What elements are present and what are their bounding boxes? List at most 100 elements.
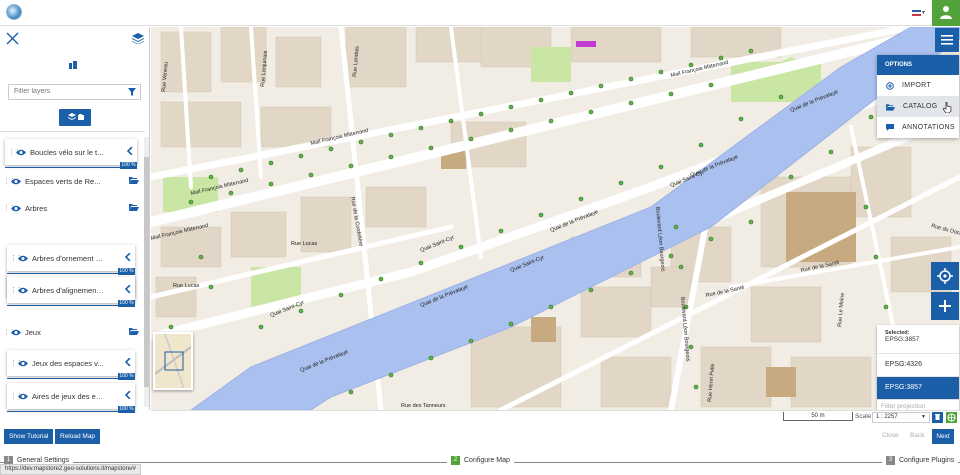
scale-select[interactable]: 1 : 2257 ▼ [872, 412, 930, 423]
crs-option[interactable]: EPSG:4326 [877, 353, 959, 376]
crs-option-selected[interactable]: EPSG:3857 [877, 376, 959, 399]
scale-label: Scale [855, 413, 872, 420]
layer-name: Aires de jeux des es... [32, 391, 104, 401]
layer-item[interactable]: ⋮⋮ Arbres d'alignement... 100 % [7, 277, 135, 307]
folder-open-icon[interactable] [129, 176, 139, 184]
filter-layers-input[interactable] [14, 88, 124, 95]
language-caret-icon[interactable]: ▾ [922, 9, 925, 16]
map-tool-icon[interactable] [69, 61, 77, 69]
drag-handle-icon[interactable]: ⋮⋮ [10, 254, 23, 262]
zoom-in-button[interactable] [931, 292, 959, 320]
map-footer: 50 m Scale 1 : 2257 ▼ [151, 410, 960, 424]
globe-button[interactable] [946, 412, 957, 423]
drag-handle-icon[interactable]: ⋮⋮ [3, 328, 16, 336]
user-menu-button[interactable] [932, 0, 960, 26]
layer-name: Jeux des espaces v... [32, 358, 104, 368]
visibility-eye-icon[interactable] [11, 205, 21, 212]
reload-map-button[interactable]: Reload Map [55, 429, 101, 444]
drag-handle-icon[interactable]: ⋮⋮ [3, 204, 16, 212]
step-number: 2 [451, 456, 460, 465]
add-layer-group-button[interactable] [59, 109, 91, 126]
folder-open-icon[interactable] [129, 327, 139, 335]
scroll-thumb[interactable] [144, 157, 149, 387]
wizard-step-current[interactable]: 2 Configure Map [447, 456, 514, 465]
globe-icon [947, 413, 956, 422]
visibility-eye-icon[interactable] [16, 149, 26, 156]
chevron-left-icon[interactable] [125, 358, 131, 366]
street-label: Rue Lucas [291, 241, 318, 247]
layer-group[interactable]: ⋮⋮ Jeux [3, 319, 143, 345]
chevron-left-icon[interactable] [127, 147, 133, 155]
show-tutorial-button[interactable]: Show Tutorial [4, 429, 54, 444]
drag-handle-icon[interactable]: ⋮⋮ [8, 148, 21, 156]
map-canvas[interactable]: Mail François Mitterrand Mail François M… [151, 27, 960, 410]
menu-item-import[interactable]: IMPORT [877, 75, 959, 96]
close-button[interactable]: Close [882, 432, 899, 439]
opacity-slider-track[interactable] [7, 273, 118, 274]
opacity-value[interactable]: 100 % [118, 373, 135, 380]
locate-button[interactable] [931, 262, 959, 290]
top-header: ▾ [0, 0, 960, 26]
opacity-slider-track[interactable] [7, 305, 118, 306]
step-label: General Settings [17, 457, 70, 464]
visibility-eye-icon[interactable] [18, 287, 28, 294]
wizard-step[interactable]: 3 Configure Plugins [882, 456, 959, 465]
layer-item[interactable]: ⋮⋮ Boucles vélo sur le t... 100 % [5, 139, 137, 169]
opacity-slider-track[interactable] [7, 411, 118, 412]
menu-item-catalog[interactable]: CATALOG [877, 96, 959, 117]
visibility-eye-icon[interactable] [18, 360, 28, 367]
options-title: OPTIONS [877, 55, 959, 75]
street-label: Rue des Tanneurs [401, 403, 446, 409]
close-icon[interactable] [6, 32, 19, 45]
layers-panel: ⋮⋮ Boucles vélo sur le t... 100 % ⋮⋮ Esp… [0, 27, 150, 413]
visibility-eye-icon[interactable] [18, 255, 28, 262]
language-flag-icon[interactable] [912, 10, 921, 16]
drag-handle-icon[interactable]: ⋮⋮ [10, 286, 23, 294]
panel-divider [0, 131, 145, 132]
visibility-eye-icon[interactable] [18, 393, 28, 400]
back-button[interactable]: Back [910, 432, 924, 439]
layer-item[interactable]: ⋮⋮ Jeux des espaces v... 100 % [7, 350, 135, 380]
drag-handle-icon[interactable]: ⋮⋮ [10, 392, 23, 400]
folder-open-icon [886, 103, 895, 111]
layer-group[interactable]: ⋮⋮ Arbres [3, 195, 143, 221]
menu-item-label: IMPORT [902, 82, 931, 89]
drag-handle-icon[interactable]: ⋮⋮ [3, 177, 16, 185]
visibility-eye-icon[interactable] [11, 178, 21, 185]
wizard-footer: Show Tutorial Reload Map Close Back Next… [0, 424, 960, 475]
options-menu: OPTIONS IMPORT CATALOG ANNOTATIONS [877, 55, 959, 138]
add-layer-icon [68, 113, 84, 120]
chevron-left-icon[interactable] [125, 253, 131, 261]
visibility-eye-icon[interactable] [11, 329, 21, 336]
scale-bar: 50 m [783, 412, 853, 421]
map-viewport[interactable]: Mail François Mitterrand Mail François M… [151, 27, 960, 410]
opacity-value[interactable]: 100 % [118, 406, 135, 413]
filter-layers-field[interactable] [8, 84, 141, 100]
folder-open-icon[interactable] [129, 203, 139, 211]
user-icon [940, 6, 952, 19]
overview-minimap[interactable] [153, 332, 193, 390]
layer-group[interactable]: ⋮⋮ Espaces verts de Re... [3, 168, 143, 194]
layers-icon [132, 33, 144, 44]
layers-scrollbar[interactable] [144, 137, 149, 407]
layer-name: Boucles vélo sur le t... [30, 147, 104, 157]
opacity-slider-track[interactable] [7, 378, 118, 379]
opacity-value[interactable]: 100 % [118, 300, 135, 307]
layer-item[interactable]: ⋮⋮ Arbres d'ornement p... 100 % [7, 245, 135, 275]
chevron-left-icon[interactable] [125, 285, 131, 293]
menu-item-label: CATALOG [903, 103, 938, 110]
app-logo[interactable] [6, 4, 22, 20]
next-button[interactable]: Next [932, 429, 954, 444]
trash-icon [935, 414, 940, 420]
layer-item[interactable]: ⋮⋮ Aires de jeux des es... 100 % [7, 383, 135, 413]
crosshair-icon [937, 268, 953, 284]
opacity-value[interactable]: 100 % [118, 268, 135, 275]
crs-selector: Selected: EPSG:3857 EPSG:4326 EPSG:3857 … [877, 325, 959, 413]
chevron-left-icon[interactable] [125, 391, 131, 399]
menu-item-annotations[interactable]: ANNOTATIONS [877, 117, 959, 138]
drag-handle-icon[interactable]: ⋮⋮ [10, 359, 23, 367]
minimap-canvas[interactable] [155, 334, 193, 390]
crs-selected: Selected: EPSG:3857 [877, 325, 959, 353]
crs-toggle-button[interactable] [932, 412, 943, 423]
burger-menu-button[interactable] [935, 28, 959, 52]
